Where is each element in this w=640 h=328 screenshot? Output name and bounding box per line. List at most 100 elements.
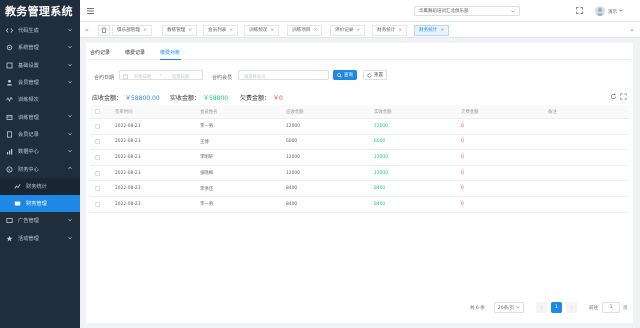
tab-club-management[interactable]: 俱乐部管理 × <box>112 24 152 36</box>
next-page-button[interactable]: › <box>566 302 577 313</box>
home-tab[interactable] <box>98 24 110 36</box>
received-summary: 实收金额： ￥58800 <box>170 93 228 102</box>
cell-owed: 0 <box>461 186 464 192</box>
sidebar-item-codegen[interactable]: 代码生成 <box>0 22 80 39</box>
contract-date-range[interactable]: 开始日期 - 结束日期 <box>119 70 203 80</box>
close-icon[interactable]: × <box>356 28 360 33</box>
subtab-payment-records[interactable]: 缴费记录 <box>125 49 145 56</box>
sidebar-item-members[interactable]: 会员管理 <box>0 74 80 91</box>
chevron-down-icon <box>68 219 72 222</box>
chevron-down-icon[interactable] <box>619 9 623 12</box>
table-row[interactable]: 2022-08-23 王博 6000 6000 0 <box>90 135 629 151</box>
tab-finance-stats[interactable]: 财务统计 × <box>372 24 408 36</box>
sidebar-item-ads[interactable]: 广告管理 <box>0 212 80 229</box>
tabs-scroll-left-icon[interactable]: « <box>83 25 91 35</box>
refresh-icon <box>367 73 372 77</box>
cell-receivable: 8400 <box>286 186 298 192</box>
search-button[interactable]: 查询 <box>333 70 357 80</box>
goto-page-input[interactable]: 1 <box>602 302 620 313</box>
table-row[interactable]: 2022-08-23 李一男 8400 8400 0 <box>90 197 629 213</box>
user-name[interactable]: 演示 <box>608 9 617 15</box>
reset-button[interactable]: 重置 <box>363 70 387 80</box>
sidebar-item-label: 代码生成 <box>18 28 39 35</box>
page-number-current[interactable]: 1 <box>551 302 562 313</box>
tabs-scroll-right-icon[interactable]: » <box>628 25 636 35</box>
row-checkbox[interactable] <box>95 181 100 196</box>
tab-member-list[interactable]: 会员列表 × <box>203 24 239 36</box>
expand-icon[interactable] <box>620 93 627 100</box>
tab-coach-management[interactable]: 教练管理 × <box>162 24 198 36</box>
sidebar-item-finance-stats[interactable]: 财务统计 <box>0 177 80 195</box>
tab-training-frequency[interactable]: 训练频次 × <box>244 24 280 36</box>
tab-label: 财务统计 <box>419 28 438 33</box>
sidebar-item-system[interactable]: 系统管理 <box>0 39 80 56</box>
chevron-down-icon <box>68 46 72 49</box>
subtab-payment-reconcile[interactable]: 缴费对账 <box>160 49 180 56</box>
row-checkbox[interactable] <box>95 197 100 212</box>
sidebar-item-activities[interactable]: 活动管理 <box>0 230 80 247</box>
avatar[interactable] <box>595 6 605 16</box>
column-header[interactable]: 应收金额 <box>286 105 304 118</box>
sidebar-item-member-records[interactable]: 会员记录 <box>0 126 80 143</box>
column-header[interactable]: 欠费金额 <box>461 105 479 118</box>
top-header: 华鹰舞蹈培训汇北俱乐部 演示 <box>80 0 640 22</box>
cell-member: 李一男 <box>200 202 214 208</box>
row-checkbox[interactable] <box>95 166 100 181</box>
sidebar-item-finance-center[interactable]: ¥ 财务中心 <box>0 160 80 177</box>
chevron-down-icon <box>68 28 72 32</box>
end-date-input[interactable]: 结束日期 <box>172 74 189 80</box>
close-icon[interactable]: × <box>229 28 233 33</box>
close-icon[interactable]: × <box>270 28 274 33</box>
sidebar-item-label: 训练频次 <box>18 97 39 104</box>
sidebar-item-frequency[interactable]: 训练频次 <box>0 91 80 108</box>
owed-label: 欠费金额： <box>240 95 271 102</box>
column-header[interactable]: 会员姓名 <box>200 105 218 118</box>
column-header[interactable]: 备注 <box>548 105 557 118</box>
close-icon[interactable]: × <box>398 28 402 33</box>
row-checkbox[interactable] <box>95 135 100 150</box>
close-icon[interactable]: × <box>188 28 192 33</box>
chevron-down-icon <box>68 80 72 84</box>
subtab-contract-records[interactable]: 合约记录 <box>90 49 110 56</box>
sidebar-item-training[interactable]: 训练管理 <box>0 108 80 125</box>
frequency-icon <box>6 96 13 103</box>
cell-received: 12000 <box>374 154 388 160</box>
close-icon[interactable]: × <box>313 28 317 33</box>
table-row[interactable]: 2022-08-23 李一男 12000 12000 0 <box>90 119 629 135</box>
select-all-checkbox[interactable] <box>95 105 100 118</box>
sidebar-item-data-center[interactable]: 数据中心 <box>0 143 80 160</box>
sidebar-item-label: 会员管理 <box>18 80 39 87</box>
table-row[interactable]: 2022-08-23 张晓梅 12000 12000 0 <box>90 166 629 182</box>
page-size-select[interactable]: 20条/页 <box>494 302 524 313</box>
tab-training-items[interactable]: 训练项目 × <box>287 24 323 36</box>
cell-date: 2022-08-23 <box>115 123 141 129</box>
row-checkbox[interactable] <box>95 150 100 165</box>
contract-member-select[interactable]: 请选择会员 <box>238 70 329 80</box>
fullscreen-icon[interactable] <box>576 7 583 14</box>
sidebar-item-basic-settings[interactable]: 基础设置 <box>0 57 80 74</box>
close-icon[interactable]: × <box>143 28 147 33</box>
prev-page-button[interactable]: ‹ <box>536 302 547 313</box>
start-date-input[interactable]: 开始日期 <box>134 74 151 80</box>
sidebar-item-label: 基础设置 <box>18 62 39 69</box>
tab-finance-stats-active[interactable]: 财务统计 × <box>414 24 450 36</box>
close-icon[interactable]: × <box>440 28 444 33</box>
tab-label: 教练管理 <box>167 28 186 33</box>
org-select[interactable]: 华鹰舞蹈培训汇北俱乐部 <box>414 6 520 16</box>
table-row[interactable]: 2022-08-23 李明轩 12000 12000 0 <box>90 150 629 166</box>
table-row[interactable]: 2022-08-23 李洪佳 8400 8400 0 <box>90 181 629 197</box>
refresh-icon[interactable] <box>610 93 617 100</box>
column-header[interactable]: 签单时间 <box>115 105 133 118</box>
hamburger-icon[interactable] <box>87 8 94 14</box>
cell-date: 2022-08-23 <box>115 186 141 192</box>
column-header[interactable]: 实收金额 <box>374 105 392 118</box>
sidebar-item-finance-manage[interactable]: 财务管理 <box>0 194 80 213</box>
sidebar-item-label: 广告管理 <box>18 218 39 225</box>
tab-review-records[interactable]: 评价记录 × <box>330 24 366 36</box>
ad-icon <box>6 217 13 224</box>
chevron-down-icon <box>68 115 72 118</box>
page-size-value: 20条/页 <box>497 305 515 311</box>
goto-label: 前往 <box>589 306 598 311</box>
tab-label: 训练项目 <box>292 28 311 33</box>
row-checkbox[interactable] <box>95 119 100 134</box>
